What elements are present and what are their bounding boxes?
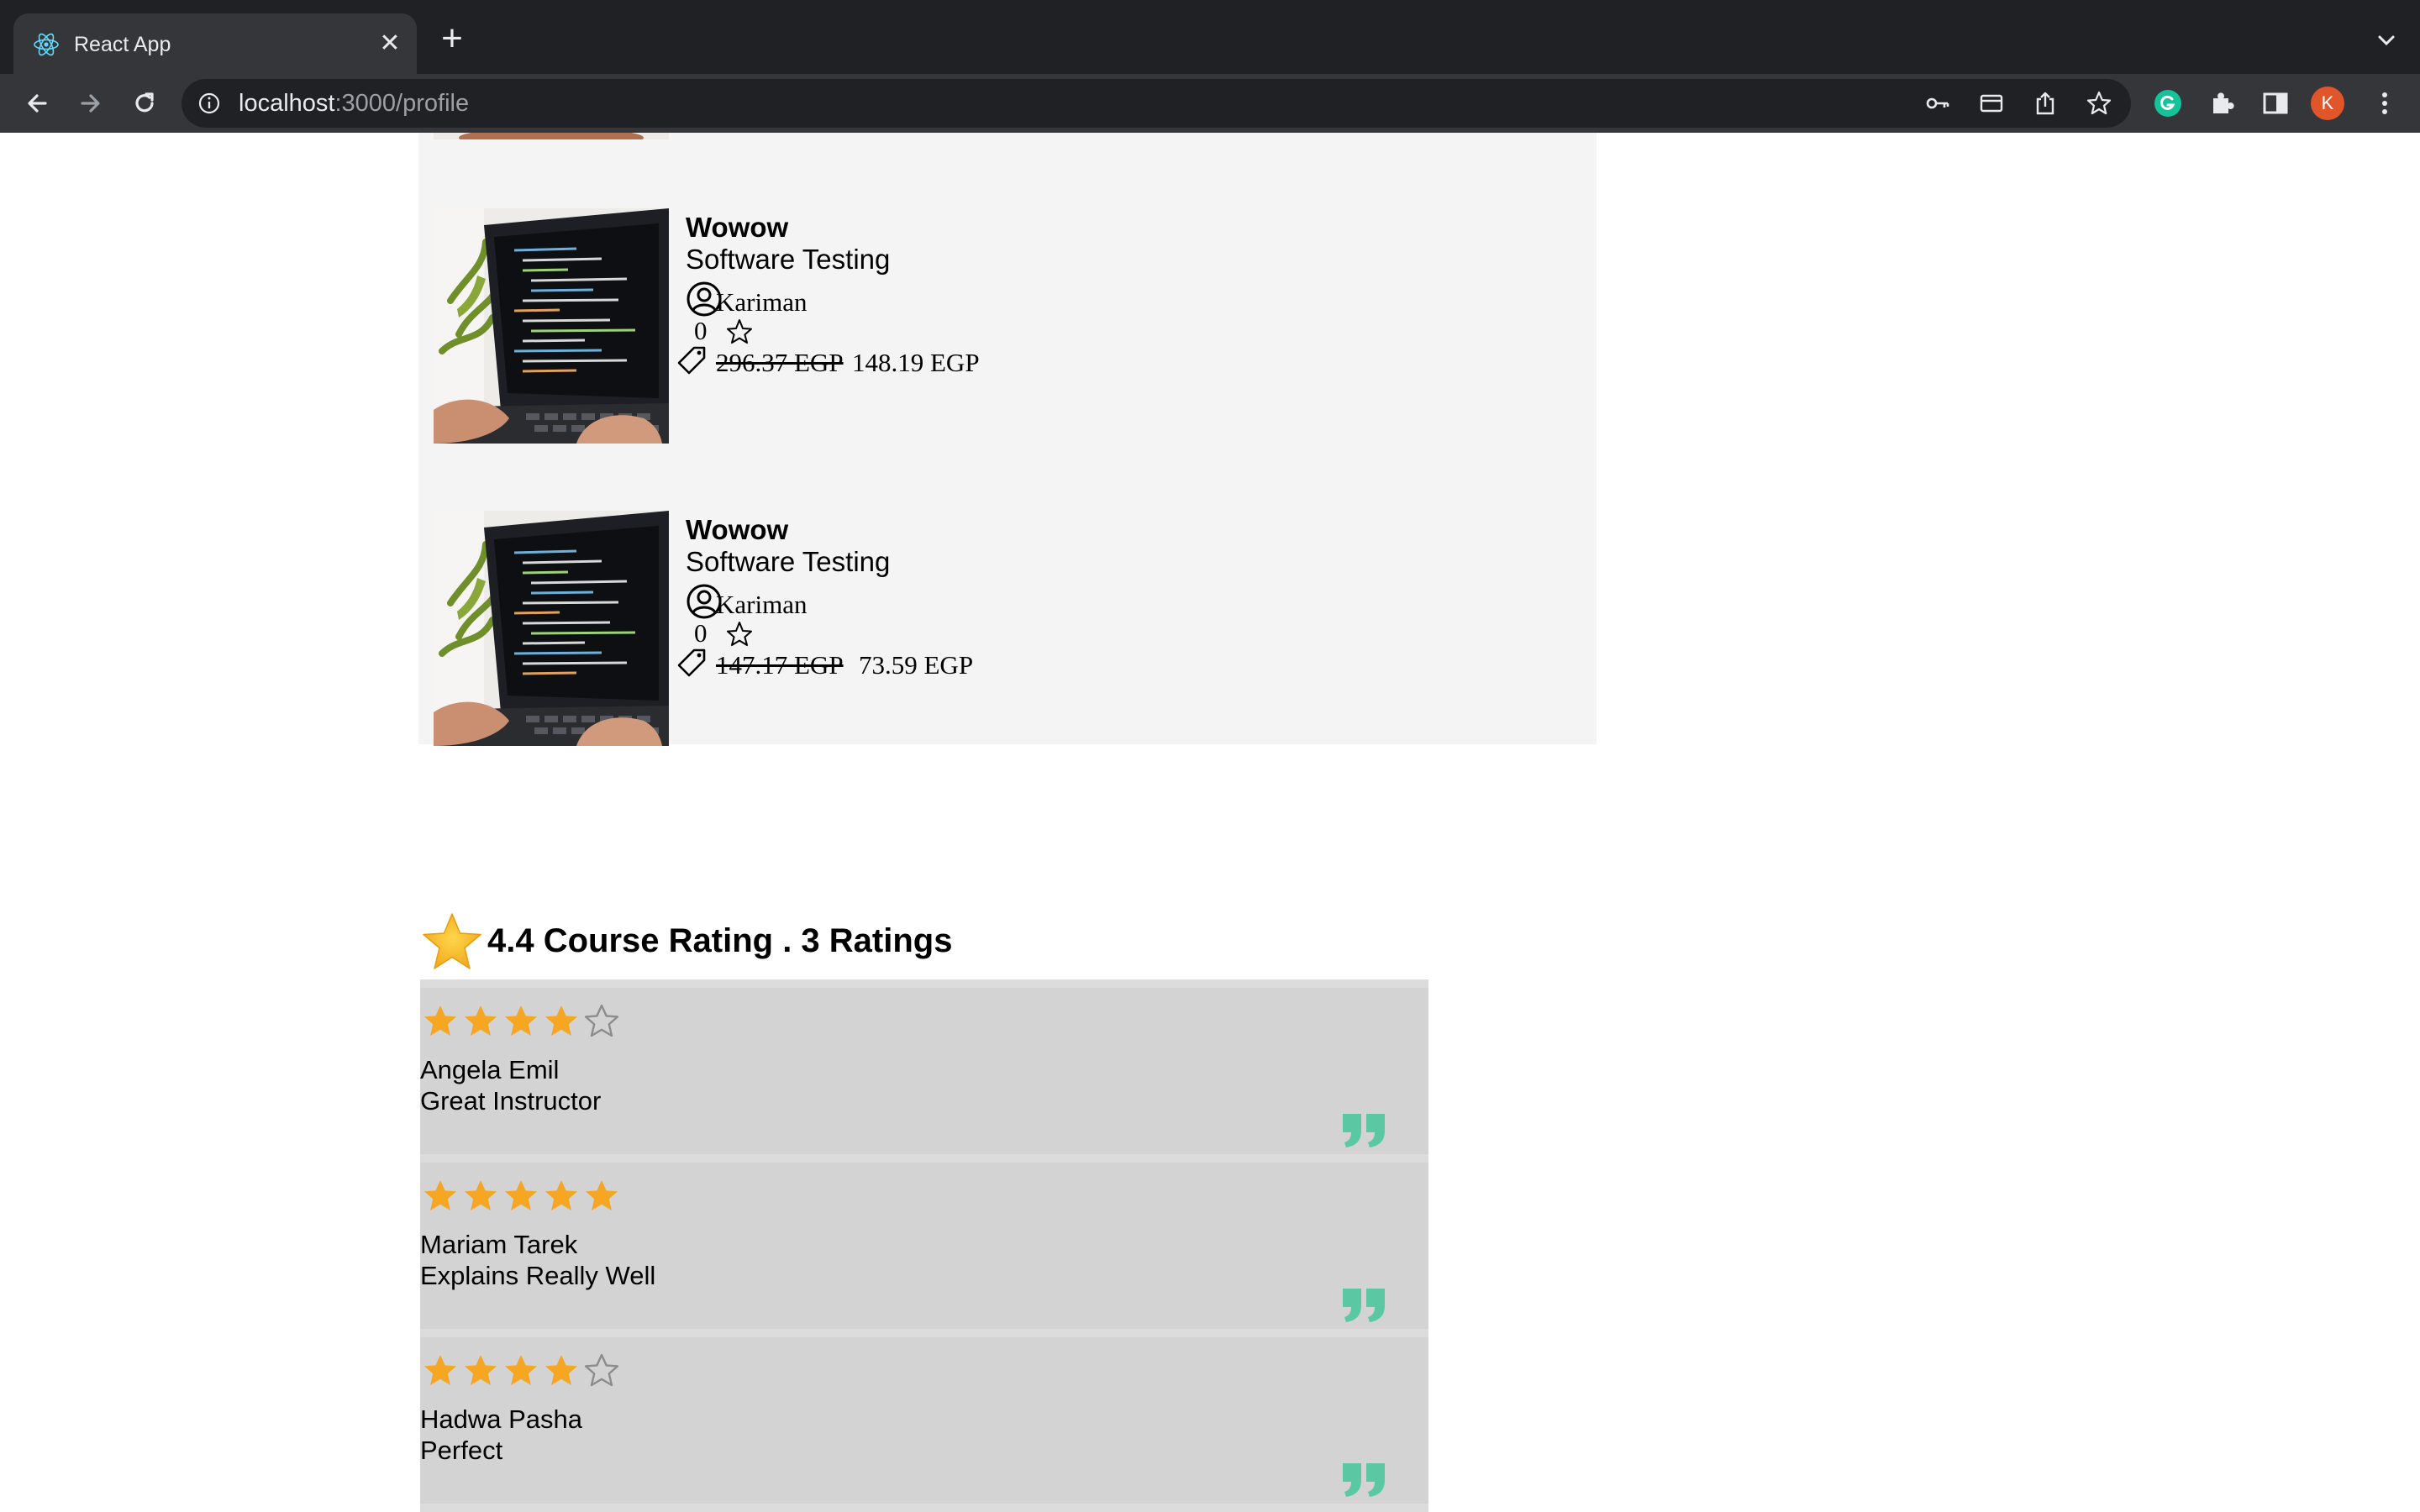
review-comment: Great Instructor bbox=[420, 1086, 602, 1116]
course-list: Wowow Software Testing Kariman 0 296.37 … bbox=[418, 133, 1597, 746]
browser-tab[interactable]: React App ✕ bbox=[13, 13, 417, 74]
chevron-down-icon[interactable] bbox=[2370, 24, 2403, 57]
course-rating-value: 0 bbox=[694, 316, 708, 345]
laptop-code-image bbox=[434, 208, 669, 444]
course-title[interactable]: Wowow bbox=[686, 514, 788, 546]
price-row: 296.37 EGP 148.19 EGP bbox=[676, 343, 980, 380]
quote-icon bbox=[1343, 1289, 1385, 1322]
price-tag-icon bbox=[677, 648, 706, 677]
review-card: Hadwa Pasha Perfect bbox=[420, 1337, 1428, 1504]
quote-icon bbox=[1343, 1463, 1385, 1497]
instructor-row: Kariman bbox=[686, 281, 807, 318]
review-card: Mariam Tarek Explains Really Well bbox=[420, 1163, 1428, 1329]
original-price: 147.17 EGP bbox=[716, 650, 844, 680]
puzzle-icon[interactable] bbox=[2207, 88, 2237, 118]
course-category: Software Testing bbox=[686, 244, 891, 275]
plus-icon[interactable]: + bbox=[435, 20, 469, 57]
laptop-code-image bbox=[434, 133, 669, 139]
url-text[interactable]: localhost:3000/profile bbox=[239, 79, 469, 128]
star-outline-icon[interactable] bbox=[2086, 90, 2112, 117]
browser-tab-bar: React App ✕ + bbox=[0, 0, 2420, 74]
star-outline-icon bbox=[727, 319, 752, 344]
price-tag-icon bbox=[677, 346, 706, 375]
discounted-price: 148.19 EGP bbox=[852, 348, 980, 377]
grammarly-icon[interactable] bbox=[2153, 88, 2183, 118]
star-empty-icon bbox=[584, 1004, 619, 1037]
tab-title: React App bbox=[74, 33, 171, 56]
url-path: :3000/profile bbox=[334, 90, 470, 117]
reviewer-name: Mariam Tarek bbox=[420, 1230, 578, 1259]
course-card[interactable]: Wowow Software Testing Kariman 0 147.17 … bbox=[418, 511, 1597, 746]
laptop-code-image bbox=[434, 511, 669, 746]
review-stars bbox=[422, 1178, 623, 1215]
profile-avatar[interactable]: K bbox=[2311, 87, 2344, 120]
star-outline-icon bbox=[727, 622, 752, 646]
key-icon[interactable] bbox=[1924, 90, 1951, 117]
star-filled-icon bbox=[424, 1355, 456, 1385]
url-host: localhost bbox=[239, 90, 335, 117]
gold-star-icon bbox=[423, 913, 481, 969]
side-panel-icon[interactable] bbox=[2260, 88, 2291, 118]
star-filled-icon bbox=[465, 1180, 497, 1210]
star-filled-icon bbox=[545, 1180, 577, 1210]
kebab-menu-icon[interactable] bbox=[2368, 87, 2402, 120]
close-icon[interactable]: ✕ bbox=[375, 29, 405, 59]
review-stars bbox=[422, 1352, 623, 1389]
react-logo-icon bbox=[34, 33, 59, 56]
star-filled-icon bbox=[505, 1005, 537, 1036]
star-filled-icon bbox=[424, 1005, 456, 1036]
star-filled-icon bbox=[505, 1355, 537, 1385]
course-rating-value: 0 bbox=[694, 618, 708, 648]
star-filled-icon bbox=[586, 1180, 618, 1210]
instructor-row: Kariman bbox=[686, 583, 807, 620]
review-card: Angela Emil Great Instructor bbox=[420, 988, 1428, 1154]
course-category: Software Testing bbox=[686, 546, 891, 577]
card-icon[interactable] bbox=[1978, 90, 2005, 117]
instructor-name[interactable]: Kariman bbox=[716, 590, 807, 620]
star-filled-icon bbox=[545, 1355, 577, 1385]
address-bar[interactable]: localhost:3000/profile bbox=[182, 79, 2131, 128]
review-comment: Explains Really Well bbox=[420, 1261, 656, 1290]
course-thumbnail[interactable] bbox=[434, 133, 669, 139]
share-icon[interactable] bbox=[2032, 90, 2059, 117]
course-title[interactable]: Wowow bbox=[686, 212, 788, 244]
reload-icon[interactable] bbox=[128, 87, 161, 120]
rating-summary-text: 4.4 Course Rating . 3 Ratings bbox=[487, 922, 953, 959]
star-empty-icon bbox=[584, 1353, 619, 1387]
review-stars bbox=[422, 1003, 623, 1040]
original-price: 296.37 EGP bbox=[716, 348, 844, 377]
reviewer-name: Hadwa Pasha bbox=[420, 1404, 583, 1434]
star-filled-icon bbox=[465, 1355, 497, 1385]
star-filled-icon bbox=[545, 1005, 577, 1036]
arrow-right-icon[interactable] bbox=[74, 87, 108, 120]
review-comment: Perfect bbox=[420, 1436, 503, 1465]
star-filled-icon bbox=[465, 1005, 497, 1036]
course-thumbnail[interactable] bbox=[434, 208, 669, 444]
arrow-left-icon[interactable] bbox=[20, 87, 54, 120]
quote-icon bbox=[1343, 1114, 1385, 1147]
profile-page: Wowow Software Testing Kariman 0 296.37 … bbox=[0, 133, 2420, 1512]
course-card[interactable]: Wowow Software Testing Kariman 0 296.37 … bbox=[418, 208, 1597, 444]
browser-toolbar: localhost:3000/profile K bbox=[0, 74, 2420, 133]
star-filled-icon bbox=[505, 1180, 537, 1210]
info-icon[interactable] bbox=[197, 91, 222, 116]
star-filled-icon bbox=[424, 1180, 456, 1210]
discounted-price: 73.59 EGP bbox=[859, 650, 974, 680]
reviewer-name: Angela Emil bbox=[420, 1055, 560, 1084]
instructor-name[interactable]: Kariman bbox=[716, 287, 807, 318]
price-row: 147.17 EGP 73.59 EGP bbox=[676, 645, 973, 682]
course-thumbnail[interactable] bbox=[434, 511, 669, 746]
rating-summary: 4.4 Course Rating . 3 Ratings bbox=[420, 911, 952, 978]
reviews-list: Angela Emil Great Instructor Mariam Tare… bbox=[420, 979, 1428, 1512]
